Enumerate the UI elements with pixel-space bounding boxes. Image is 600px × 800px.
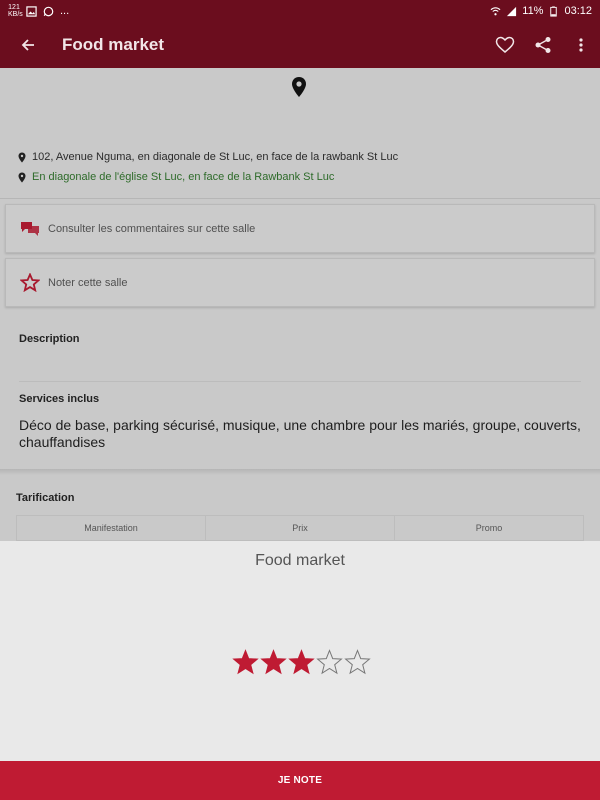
address-text: 102, Avenue Nguma, en diagonale de St Lu… <box>32 151 399 163</box>
submit-rating-button[interactable]: JE NOTE <box>0 761 600 800</box>
more-notifications-ellipsis: ... <box>60 5 70 17</box>
rate-venue-button[interactable]: Noter cette salle <box>5 258 595 307</box>
comments-icon <box>21 221 39 236</box>
app-bar-actions <box>486 22 600 68</box>
column-header-prix: Prix <box>206 516 395 540</box>
rating-sheet: Food market <box>0 541 600 761</box>
signal-icon <box>507 6 517 16</box>
landmark-row: En diagonale de l'église St Luc, en face… <box>18 171 334 183</box>
share-button[interactable] <box>524 22 562 68</box>
location-pin-icon <box>18 152 26 162</box>
location-pin-icon <box>18 172 26 182</box>
rating-sheet-title: Food market <box>255 552 345 569</box>
column-header-promo: Promo <box>475 523 503 533</box>
star-rating[interactable] <box>232 649 371 676</box>
app-bar: Food market <box>0 22 600 68</box>
favorite-button[interactable] <box>486 22 524 68</box>
star-filled-icon[interactable] <box>232 649 259 676</box>
status-right: 11% 03:12 <box>490 5 592 17</box>
landmark-text: En diagonale de l'église St Luc, en face… <box>32 171 335 183</box>
share-icon <box>535 37 551 53</box>
more-vertical-icon <box>579 38 583 52</box>
network-speed-badge: 121 KB/s <box>8 4 23 18</box>
back-button[interactable] <box>0 22 56 68</box>
description-title: Description <box>19 333 80 345</box>
overflow-menu-button[interactable] <box>562 22 600 68</box>
view-comments-label: Consulter les commentaires sur cette sal… <box>48 222 256 235</box>
divider <box>19 381 581 382</box>
arrow-back-icon <box>21 39 34 51</box>
clock: 03:12 <box>564 5 592 17</box>
venue-details: 102, Avenue Nguma, en diagonale de St Lu… <box>0 68 600 541</box>
services-title: Services inclus <box>19 393 100 405</box>
status-bar: 121 KB/s ... 11% 03:12 <box>0 0 600 22</box>
divider <box>0 198 600 199</box>
tarification-table-header: Manifestation Prix Promo <box>16 515 584 541</box>
battery-percent: 11% <box>522 5 544 17</box>
star-outline-icon <box>20 273 40 292</box>
wifi-icon <box>490 6 501 15</box>
star-empty-icon[interactable] <box>344 649 371 676</box>
whatsapp-notification-icon <box>43 6 54 16</box>
image-notification-icon <box>26 5 37 17</box>
status-left: 121 KB/s ... <box>8 4 69 18</box>
section-separator <box>0 469 600 475</box>
page-title: Food market <box>62 35 165 54</box>
heart-outline-icon <box>495 36 515 53</box>
map-pin-icon <box>292 77 306 97</box>
view-comments-button[interactable]: Consulter les commentaires sur cette sal… <box>5 204 595 253</box>
star-empty-icon[interactable] <box>316 649 343 676</box>
battery-icon <box>550 5 558 17</box>
star-filled-icon[interactable] <box>260 649 287 676</box>
star-filled-icon[interactable] <box>288 649 315 676</box>
rate-venue-label: Noter cette salle <box>48 276 128 289</box>
column-header-manifestation: Manifestation <box>17 516 206 540</box>
address-row: 102, Avenue Nguma, en diagonale de St Lu… <box>18 151 398 163</box>
services-text: Déco de base, parking sécurisé, musique,… <box>19 417 581 450</box>
tarification-title: Tarification <box>16 492 75 504</box>
